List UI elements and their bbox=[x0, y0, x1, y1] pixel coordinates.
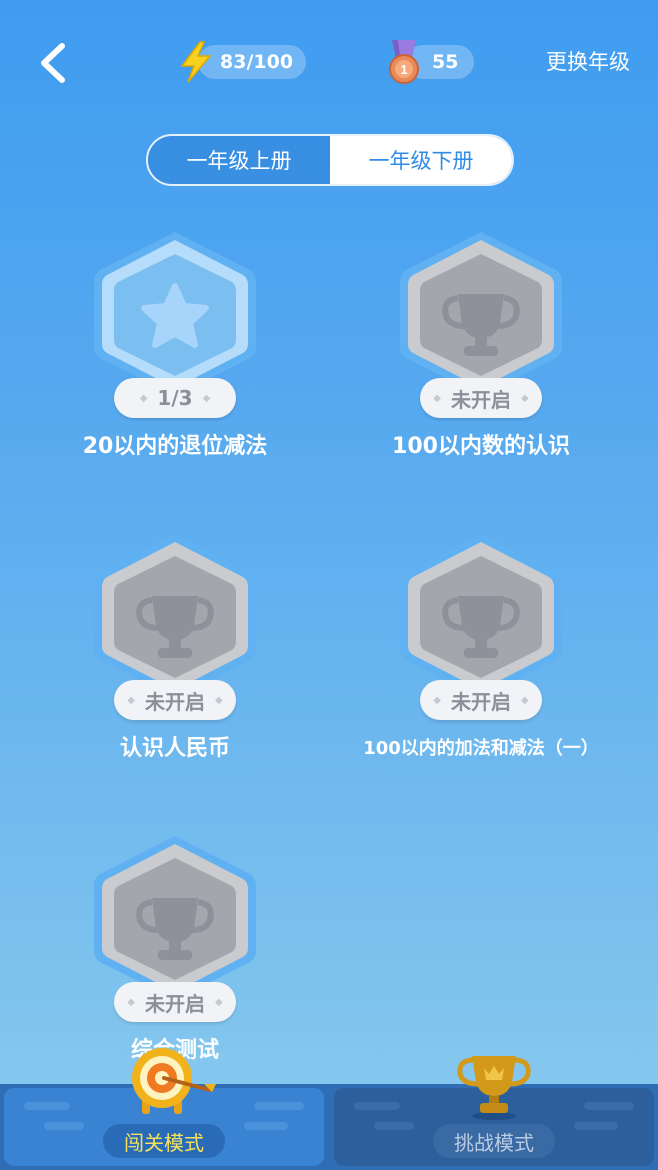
change-grade-button[interactable]: 更换年级 bbox=[546, 46, 630, 76]
target-icon bbox=[132, 1048, 216, 1114]
level-status: ◆ 未开启 ◆ bbox=[420, 378, 542, 418]
level-badge bbox=[400, 534, 562, 698]
grade-tab-switch: 一年级上册 一年级下册 bbox=[146, 134, 514, 186]
status-text: 未开启 bbox=[451, 387, 511, 412]
mode-label: 闯关模式 bbox=[103, 1124, 225, 1158]
level-title: 100以内的加法和减法（一） bbox=[363, 738, 599, 759]
status-text: 未开启 bbox=[145, 991, 205, 1016]
status-text: 未开启 bbox=[145, 689, 205, 714]
trophy-icon bbox=[457, 1056, 531, 1120]
level-badge bbox=[400, 232, 562, 396]
level-card[interactable]: ◆ 1/3 ◆ 20以内的退位减法 bbox=[30, 228, 320, 468]
level-status: ◆ 未开启 ◆ bbox=[114, 982, 236, 1022]
level-card[interactable]: ◆ 未开启 ◆ 认识人民币 bbox=[30, 530, 320, 770]
tab-grade1-second[interactable]: 一年级下册 bbox=[330, 136, 512, 184]
brick-decoration bbox=[254, 1102, 304, 1110]
lightning-icon bbox=[180, 41, 212, 83]
level-badge bbox=[94, 232, 256, 396]
medal-icon: 1 bbox=[389, 40, 419, 84]
progress-text: 1/3 bbox=[157, 386, 193, 410]
level-card[interactable]: ◆ 未开启 ◆ 100以内数的认识 bbox=[336, 228, 626, 468]
level-title: 认识人民币 bbox=[119, 736, 230, 761]
level-status: ◆ 未开启 ◆ bbox=[420, 680, 542, 720]
brick-decoration bbox=[24, 1102, 70, 1110]
level-status: ◆ 未开启 ◆ bbox=[114, 680, 236, 720]
chevron-left-icon bbox=[41, 43, 65, 83]
top-bar: 83/100 55 1 更换年级 bbox=[0, 0, 658, 120]
brick-decoration bbox=[574, 1122, 618, 1130]
level-badge bbox=[94, 836, 256, 1000]
brick-decoration bbox=[354, 1102, 400, 1110]
level-title: 100以内数的认识 bbox=[392, 434, 570, 459]
brick-decoration bbox=[374, 1122, 414, 1130]
level-card[interactable]: ◆ 未开启 ◆ 100以内的加法和减法（一） bbox=[336, 530, 626, 770]
level-badge bbox=[94, 534, 256, 698]
brick-decoration bbox=[244, 1122, 288, 1130]
mode-bar: 闯关模式 挑战模式 bbox=[0, 1084, 658, 1170]
level-card[interactable]: ◆ 未开启 ◆ 综合测试 bbox=[30, 832, 320, 1072]
back-button[interactable] bbox=[34, 40, 74, 86]
medal-count: 55 bbox=[432, 51, 459, 73]
level-progress: ◆ 1/3 ◆ bbox=[114, 378, 236, 418]
level-title: 20以内的退位减法 bbox=[82, 434, 268, 459]
energy-value: 83/100 bbox=[220, 51, 294, 73]
tab-grade1-first[interactable]: 一年级上册 bbox=[148, 136, 330, 184]
status-text: 未开启 bbox=[451, 689, 511, 714]
medal-rank: 1 bbox=[400, 62, 407, 77]
brick-decoration bbox=[584, 1102, 634, 1110]
mode-label: 挑战模式 bbox=[433, 1124, 555, 1158]
brick-decoration bbox=[44, 1122, 84, 1130]
